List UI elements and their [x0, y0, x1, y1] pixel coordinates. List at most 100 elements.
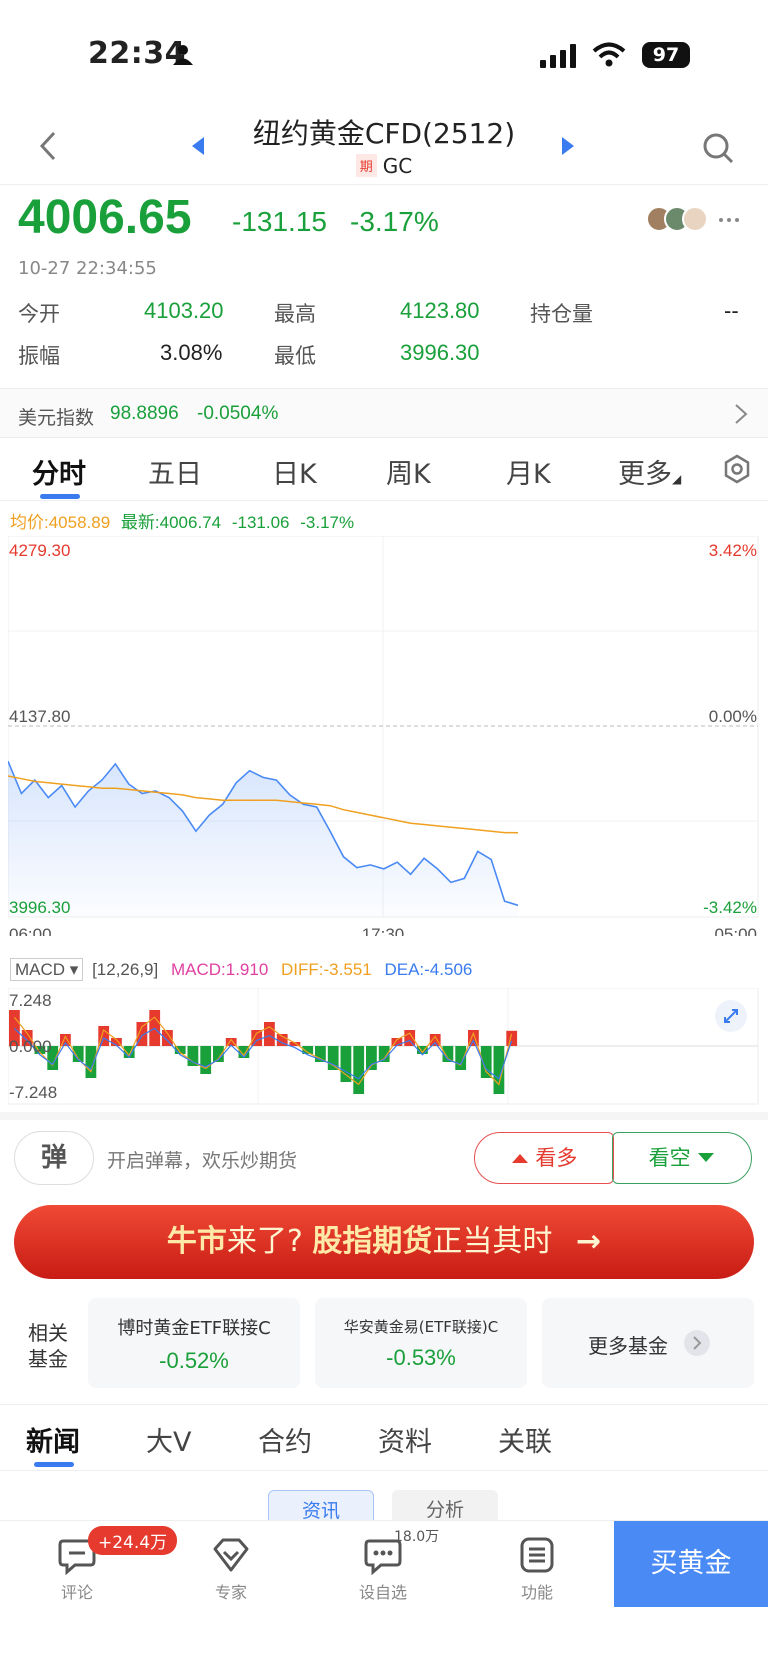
- price-change-pct: -3.17%: [350, 206, 439, 237]
- tab-monthly-k[interactable]: 月K: [506, 452, 551, 491]
- expand-icon[interactable]: [715, 1000, 747, 1032]
- intraday-chart[interactable]: 4279.30 4137.80 3996.30 3.42% 0.00% -3.4…: [8, 536, 760, 936]
- x-label-mid: 17:30: [362, 925, 405, 936]
- code-text: GC: [382, 154, 413, 178]
- macd-selector[interactable]: MACD ▾: [10, 958, 84, 981]
- promo-banner[interactable]: 牛市来了? 股指期货正当其时 →: [14, 1205, 754, 1279]
- quote-timestamp: 10-27 22:34:55: [18, 258, 157, 279]
- arrow-right-icon: →: [575, 1224, 602, 1259]
- wifi-icon: [592, 42, 626, 67]
- back-icon[interactable]: [38, 130, 58, 162]
- macd-y-bottom: -7.248: [9, 1083, 57, 1102]
- fund-card[interactable]: 华安黄金易(ETF联接)C -0.53%: [315, 1298, 527, 1388]
- macd-chart[interactable]: 7.248 0.000 -7.248: [8, 988, 760, 1106]
- price-area-fill: [8, 761, 518, 917]
- banner-text-2: 来了?: [226, 1224, 303, 1259]
- stat-label-low: 最低: [274, 344, 316, 368]
- macd-bar: [506, 1030, 518, 1046]
- stat-label-amplitude: 振幅: [18, 344, 60, 368]
- y-label-bottom-right: -3.42%: [703, 898, 757, 917]
- next-contract-icon[interactable]: [560, 136, 576, 156]
- more-funds-label: 更多基金: [588, 1334, 668, 1358]
- tab-info[interactable]: 资料: [378, 1420, 432, 1459]
- x-label-end: 05:00: [714, 925, 757, 936]
- fund-card[interactable]: 博时黄金ETF联接C -0.52%: [88, 1298, 300, 1388]
- bear-label: 看空: [648, 1146, 691, 1170]
- macd-bar: [200, 1046, 212, 1074]
- person-icon: [173, 45, 193, 65]
- y-label-mid-right: 0.00%: [709, 707, 757, 726]
- stat-value-high: 4123.80: [400, 298, 480, 323]
- tab-weekly-k[interactable]: 周K: [386, 452, 431, 491]
- triangle-up-icon: [511, 1154, 528, 1163]
- tab-more-label: 更多: [618, 459, 672, 490]
- more-funds-button[interactable]: 更多基金: [542, 1298, 754, 1388]
- macd-y-top: 7.248: [9, 991, 52, 1010]
- fund-name: 博时黄金ETF联接C: [117, 1318, 271, 1339]
- stat-value-low: 3996.30: [400, 340, 480, 365]
- functions-label: 功能: [520, 1583, 553, 1602]
- buy-gold-button[interactable]: 买黄金: [614, 1521, 768, 1607]
- search-icon[interactable]: [702, 132, 734, 164]
- macd-legend: MACD ▾ [12,26,9] MACD:1.910 DIFF:-3.551 …: [10, 958, 472, 981]
- triangle-down-icon: [698, 1153, 715, 1162]
- fund-change: -0.53%: [386, 1345, 456, 1370]
- watch-label: 设自选: [358, 1583, 407, 1602]
- functions-button[interactable]: 功能: [492, 1535, 582, 1603]
- macd-bar: [366, 1046, 377, 1070]
- tab-bigv[interactable]: 大V: [146, 1420, 191, 1459]
- fund-change: -0.52%: [159, 1348, 229, 1373]
- macd-bar: [353, 1046, 365, 1094]
- macd-params: [12,26,9]: [92, 960, 159, 979]
- bear-button[interactable]: 看空: [612, 1132, 752, 1184]
- dollar-index-row[interactable]: 美元指数 98.8896 -0.0504%: [0, 389, 768, 437]
- bull-button[interactable]: 看多: [474, 1132, 614, 1184]
- tab-five-day[interactable]: 五日: [148, 452, 202, 491]
- stat-value-amplitude: 3.08%: [160, 340, 223, 365]
- danmaku-input[interactable]: 开启弹幕，欢乐炒期货: [107, 1146, 297, 1173]
- dollar-index-change: -0.0504%: [197, 403, 279, 424]
- stat-value-open: 4103.20: [144, 298, 224, 323]
- diff-value: DIFF:-3.551: [281, 960, 372, 979]
- tab-intraday[interactable]: 分时: [32, 452, 86, 491]
- y-label-top-right: 3.42%: [709, 541, 757, 560]
- legend-latest: 最新:4006.74: [120, 513, 222, 532]
- tab-news[interactable]: 新闻: [26, 1420, 80, 1459]
- chart-settings-icon[interactable]: [722, 454, 752, 484]
- macd-value: MACD:1.910: [170, 960, 269, 979]
- diamond-icon: [213, 1538, 249, 1572]
- y-label-top-left: 4279.30: [9, 541, 70, 560]
- tab-related[interactable]: 关联: [498, 1420, 552, 1459]
- comment-label: 评论: [60, 1583, 93, 1602]
- dollar-index-value: 98.8896: [110, 403, 179, 424]
- dollar-index-label: 美元指数: [18, 407, 95, 429]
- comment-count-badge: +24.4万: [88, 1526, 178, 1555]
- last-price: 4006.65: [18, 191, 192, 244]
- futures-badge: 期: [355, 154, 377, 177]
- stat-label-high: 最高: [274, 302, 316, 326]
- macd-y-zero: 0.000: [9, 1037, 52, 1056]
- battery-indicator: 97: [642, 42, 690, 68]
- avatar: [682, 206, 708, 232]
- dropdown-icon: ◢: [672, 472, 682, 486]
- danmaku-toggle[interactable]: 弹: [14, 1131, 94, 1185]
- x-label-start: 06:00: [9, 925, 52, 936]
- more-icon[interactable]: [718, 216, 740, 224]
- contract-code: 期 GC: [0, 154, 768, 178]
- tab-daily-k[interactable]: 日K: [272, 452, 317, 491]
- tab-more[interactable]: 更多◢: [618, 452, 681, 491]
- banner-text-1: 牛市: [166, 1224, 227, 1259]
- macd-bar: [340, 1046, 352, 1082]
- chevron-right-icon: [735, 404, 748, 424]
- chart-legend: 均价:4058.89 最新:4006.74 -131.06 -3.17%: [10, 508, 354, 533]
- legend-pct: -3.17%: [300, 513, 355, 532]
- prev-contract-icon[interactable]: [190, 136, 206, 156]
- avatar-group[interactable]: [646, 206, 710, 232]
- page-title: 纽约黄金CFD(2512): [252, 117, 516, 150]
- fund-name: 华安黄金易(ETF联接)C: [343, 1318, 499, 1336]
- macd-bar: [251, 1030, 263, 1046]
- y-label-bottom-left: 3996.30: [9, 898, 70, 917]
- tab-contract[interactable]: 合约: [258, 1420, 312, 1459]
- price-change: -131.15: [232, 206, 327, 237]
- expert-button[interactable]: 专家: [186, 1535, 276, 1603]
